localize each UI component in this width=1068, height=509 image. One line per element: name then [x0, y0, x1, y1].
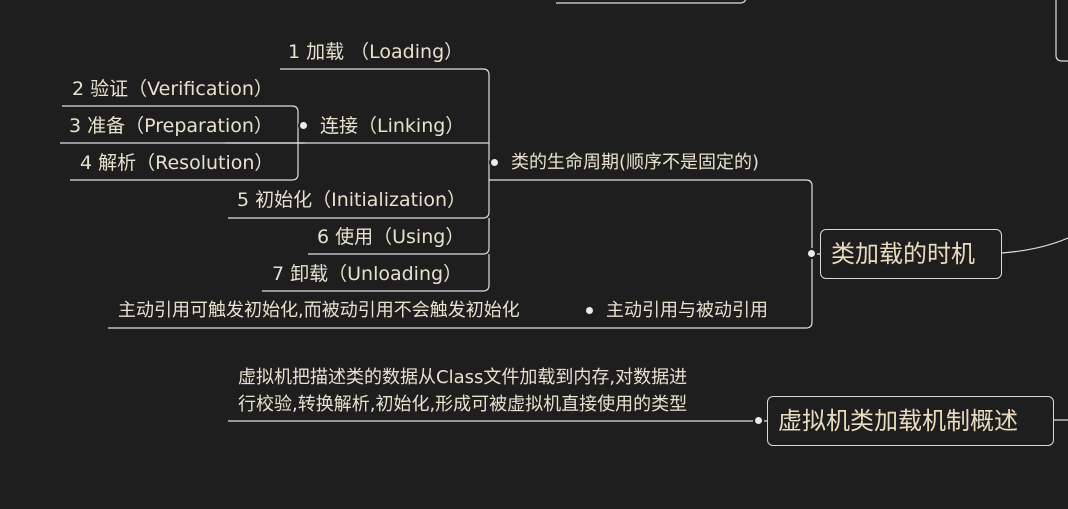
topic-label: 虚拟机类加载机制概述 [778, 407, 1018, 435]
stage-resolution[interactable]: 4 解析（Resolution） [80, 151, 273, 175]
stage-initialization[interactable]: 5 初始化（Initialization） [237, 188, 466, 212]
node-collapse-dot[interactable] [489, 157, 500, 168]
node-collapse-dot[interactable] [806, 248, 817, 259]
subtopic-active-passive-detail[interactable]: 主动引用可触发初始化,而被动引用不会触发初始化 [118, 299, 520, 323]
topic-label: 类加载的时机 [831, 240, 975, 268]
subtopic-lifecycle[interactable]: 类的生命周期(顺序不是固定的) [511, 151, 759, 175]
topic-class-loading-timing[interactable]: 类加载的时机 [820, 229, 1002, 279]
stage-using[interactable]: 6 使用（Using） [317, 225, 464, 249]
stage-loading[interactable]: 1 加载 （Loading） [288, 40, 463, 64]
subtopic-overview-detail-line1[interactable]: 虚拟机把描述类的数据从Class文件加载到内存,对数据进 [238, 366, 687, 390]
stage-linking[interactable]: 连接（Linking） [320, 114, 464, 138]
stage-unloading[interactable]: 7 卸载（Unloading） [272, 262, 462, 286]
node-collapse-dot[interactable] [753, 415, 764, 426]
topic-vm-class-loading-overview[interactable]: 虚拟机类加载机制概述 [767, 396, 1054, 446]
node-collapse-dot[interactable] [298, 120, 309, 131]
stage-verification[interactable]: 2 验证（Verification） [72, 77, 273, 101]
subtopic-active-passive[interactable]: 主动引用与被动引用 [606, 299, 768, 323]
stage-preparation[interactable]: 3 准备（Preparation） [69, 114, 273, 138]
subtopic-overview-detail-line2[interactable]: 行校验,转换解析,初始化,形成可被虚拟机直接使用的类型 [238, 393, 687, 417]
node-collapse-dot[interactable] [584, 305, 595, 316]
